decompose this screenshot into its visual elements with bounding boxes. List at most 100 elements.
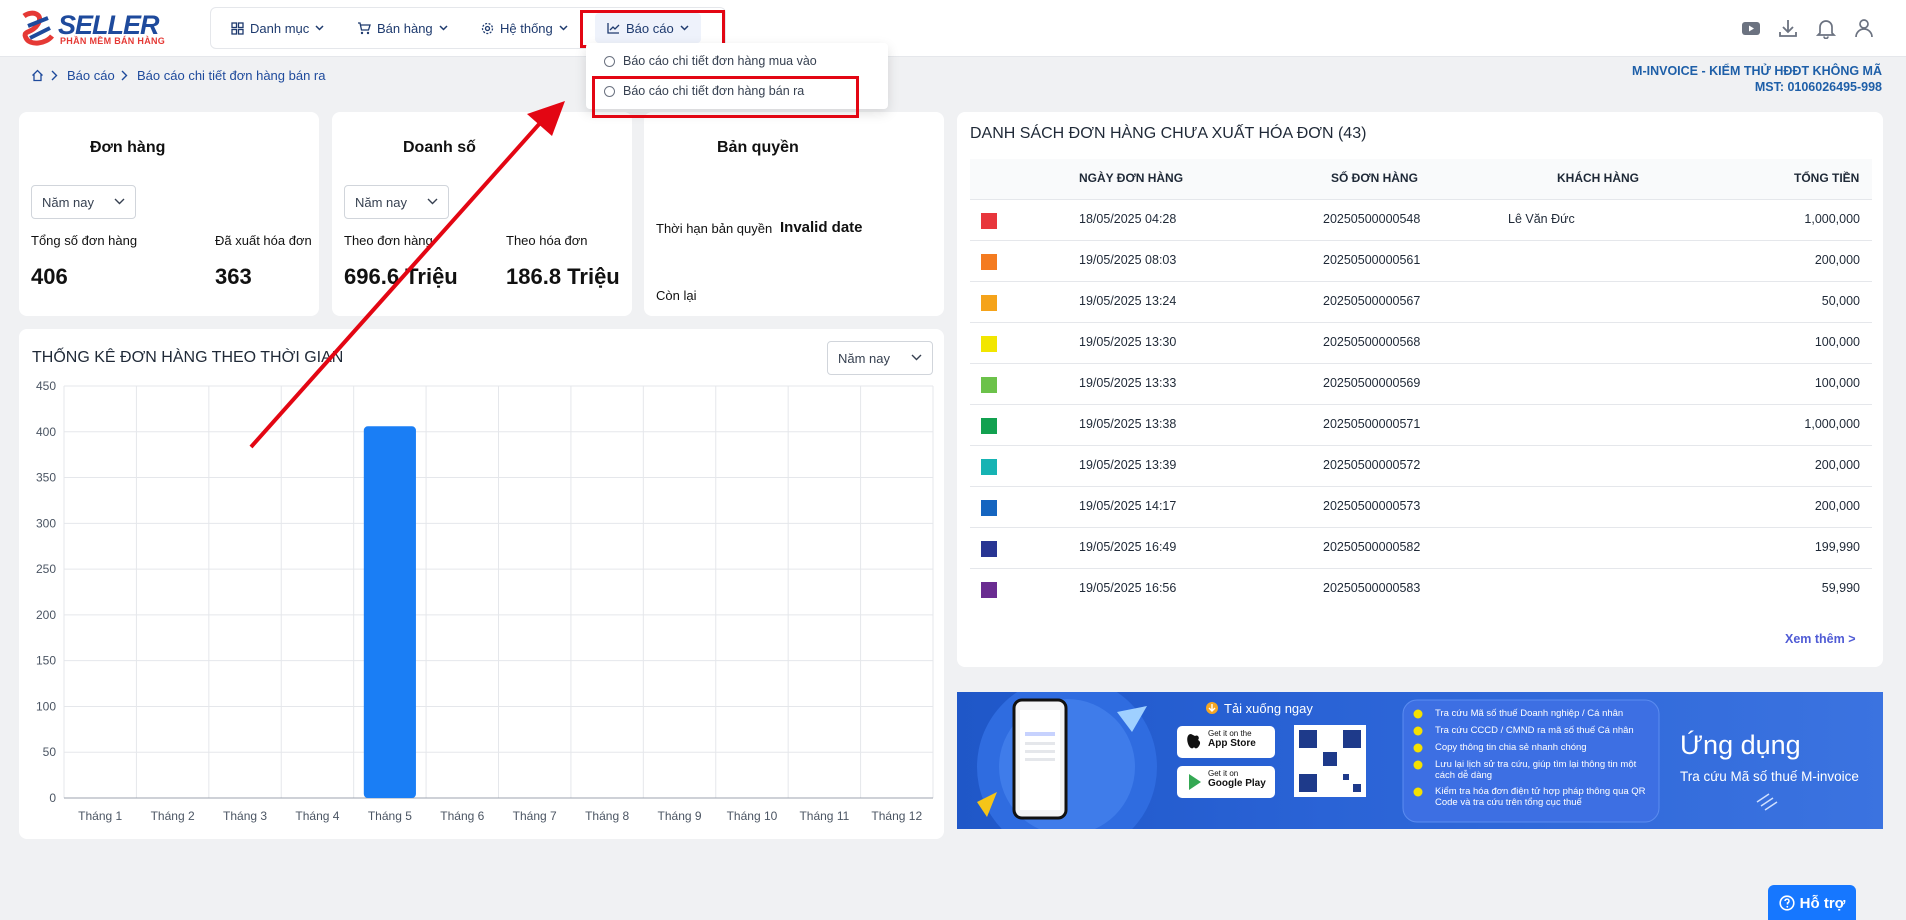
logo[interactable]: SELLER PHẦN MỀM BÁN HÀNG: [18, 8, 178, 50]
y-tick-label: 0: [49, 791, 56, 805]
license-remaining-label: Còn lại: [656, 288, 697, 303]
chevron-right-icon: [51, 70, 58, 81]
cell-total: 100,000: [1814, 376, 1860, 390]
logo-mark-icon: [22, 10, 54, 46]
table-row[interactable]: 19/05/2025 13:39 20250500000572 200,000: [970, 445, 1872, 486]
select-value: Năm nay: [42, 194, 95, 210]
nav-danh-muc[interactable]: Danh mục: [231, 8, 324, 48]
chevron-down-icon: [114, 198, 125, 205]
cell-date: 19/05/2025 16:56: [1079, 581, 1177, 595]
app-promo-banner[interactable]: Tải xuống ngay Get it on the App Store G…: [957, 692, 1883, 829]
x-tick-label: Tháng 3: [223, 809, 267, 823]
table-row[interactable]: 19/05/2025 13:33 20250500000569 100,000: [970, 363, 1872, 404]
y-tick-label: 300: [36, 516, 56, 530]
row-color-swatch: [981, 213, 997, 229]
table-row[interactable]: 19/05/2025 16:49 20250500000582 199,990: [970, 527, 1872, 568]
nav-ban-hang[interactable]: Bán hàng: [357, 8, 448, 48]
help-button[interactable]: Hỗ trợ: [1768, 885, 1856, 920]
cart-icon: [358, 21, 371, 34]
table-row[interactable]: 19/05/2025 13:30 20250500000568 100,000: [970, 322, 1872, 363]
chevron-down-icon: [911, 354, 922, 361]
logo-subtitle: PHẦN MỀM BÁN HÀNG: [60, 36, 166, 46]
y-tick-label: 200: [36, 608, 56, 622]
sales-period-select[interactable]: Năm nay: [344, 185, 449, 219]
grid-icon: [231, 21, 244, 35]
nav-label: Hệ thống: [500, 20, 553, 36]
youtube-icon[interactable]: [1740, 17, 1762, 39]
cell-total: 199,990: [1814, 540, 1860, 554]
help-label: Hỗ trợ: [1799, 894, 1846, 912]
download-icon[interactable]: [1777, 17, 1799, 39]
row-color-swatch: [981, 377, 997, 393]
feature-item: Tra cứu Mã số thuế Doanh nghiệp / Cá nhâ…: [1435, 708, 1624, 719]
cell-code: 20250500000548: [1323, 212, 1421, 226]
table-row[interactable]: 18/05/2025 04:28 20250500000548 Lê Văn Đức…: [970, 199, 1872, 240]
x-tick-label: Tháng 6: [440, 809, 484, 823]
orders-card: Đơn hàng Năm nay Tổng số đơn hàng Đã xuấ…: [19, 112, 319, 316]
row-color-swatch: [981, 541, 997, 557]
google-play-button[interactable]: Get it on Google Play: [1208, 769, 1266, 789]
by-order-label: Theo đơn hàng: [344, 233, 433, 248]
google-play-big: Google Play: [1208, 778, 1266, 789]
x-tick-label: Tháng 12: [871, 809, 922, 823]
col-header-date: NGÀY ĐƠN HÀNG: [1079, 171, 1184, 185]
y-tick-label: 350: [36, 471, 56, 485]
table-row[interactable]: 19/05/2025 13:38 20250500000571 1,000,000: [970, 404, 1872, 445]
pending-orders-title: DANH SÁCH ĐƠN HÀNG CHƯA XUẤT HÓA ĐƠN (43…: [970, 125, 1367, 142]
select-value: Năm nay: [355, 194, 408, 210]
cell-code: 20250500000561: [1323, 253, 1421, 267]
table-row[interactable]: 19/05/2025 14:17 20250500000573 200,000: [970, 486, 1872, 527]
table-row[interactable]: 19/05/2025 13:24 20250500000567 50,000: [970, 281, 1872, 322]
x-tick-label: Tháng 9: [658, 809, 702, 823]
cell-date: 19/05/2025 13:30: [1079, 335, 1177, 349]
breadcrumb-bao-cao[interactable]: Báo cáo: [67, 68, 115, 83]
total-orders-label: Tổng số đơn hàng: [31, 233, 138, 248]
col-header-total: TỔNG TIỀN: [1794, 171, 1860, 185]
nav-label: Bán hàng: [377, 20, 433, 36]
menu-item-label: Báo cáo chi tiết đơn hàng mua vào: [623, 54, 817, 68]
cell-code: 20250500000572: [1323, 458, 1421, 472]
cell-code: 20250500000567: [1323, 294, 1421, 308]
menu-item-purchase-report[interactable]: Báo cáo chi tiết đơn hàng mua vào: [604, 54, 817, 68]
select-value: Năm nay: [838, 350, 891, 366]
x-tick-label: Tháng 1: [78, 809, 122, 823]
sales-card: Doanh số Năm nay Theo đơn hàng Theo hóa …: [332, 112, 632, 316]
feature-list: Tra cứu Mã số thuế Doanh nghiệp / Cá nhâ…: [1435, 708, 1655, 808]
cell-date: 19/05/2025 16:49: [1079, 540, 1177, 554]
chart-title: THỐNG KÊ ĐƠN HÀNG THEO THỜI GIAN: [32, 349, 344, 366]
y-tick-label: 50: [43, 745, 57, 759]
breadcrumb-current[interactable]: Báo cáo chi tiết đơn hàng bán ra: [137, 68, 326, 83]
chevron-down-icon: [559, 25, 568, 31]
feature-item: Copy thông tin chia sẻ nhanh chóng: [1435, 742, 1587, 753]
orders-period-select[interactable]: Năm nay: [31, 185, 136, 219]
app-subtitle: Tra cứu Mã số thuế M-invoice: [1680, 769, 1859, 784]
sales-card-title: Doanh số: [403, 139, 476, 156]
see-more-link[interactable]: Xem thêm >: [1785, 632, 1856, 646]
row-color-swatch: [981, 418, 997, 434]
col-header-code: SỐ ĐƠN HÀNG: [1331, 171, 1418, 185]
cell-date: 18/05/2025 04:28: [1079, 212, 1177, 226]
bell-icon[interactable]: [1815, 17, 1837, 39]
app-store-button[interactable]: Get it on the App Store: [1208, 729, 1256, 749]
home-icon[interactable]: [31, 69, 44, 82]
table-row[interactable]: 19/05/2025 08:03 20250500000561 200,000: [970, 240, 1872, 281]
feature-item: Tra cứu CCCD / CMND ra mã số thuế Cá nhâ…: [1435, 725, 1634, 736]
chevron-right-icon: [121, 70, 128, 81]
x-tick-label: Tháng 11: [799, 809, 849, 823]
bar-chart: 0 50 100 150 200 250 300 350 400 450 Tháng 1 Tháng …: [36, 379, 934, 823]
by-invoice-value: 186.8 Triệu: [506, 264, 620, 289]
by-invoice-label: Theo hóa đơn: [506, 233, 588, 248]
table-row[interactable]: 19/05/2025 16:56 20250500000583 59,990: [970, 568, 1872, 609]
cell-code: 20250500000583: [1323, 581, 1421, 595]
total-orders-value: 406: [31, 264, 68, 289]
nav-he-thong[interactable]: Hệ thống: [481, 8, 568, 48]
user-icon[interactable]: [1853, 17, 1875, 39]
highlight-box-menu-item: [592, 76, 859, 118]
x-tick-label: Tháng 2: [151, 809, 195, 823]
cell-total: 59,990: [1821, 581, 1860, 595]
radio-icon: [604, 55, 615, 67]
x-tick-label: Tháng 8: [585, 809, 629, 823]
cell-date: 19/05/2025 14:17: [1079, 499, 1177, 513]
question-icon: [1779, 895, 1795, 911]
orders-card-title: Đơn hàng: [90, 139, 166, 156]
